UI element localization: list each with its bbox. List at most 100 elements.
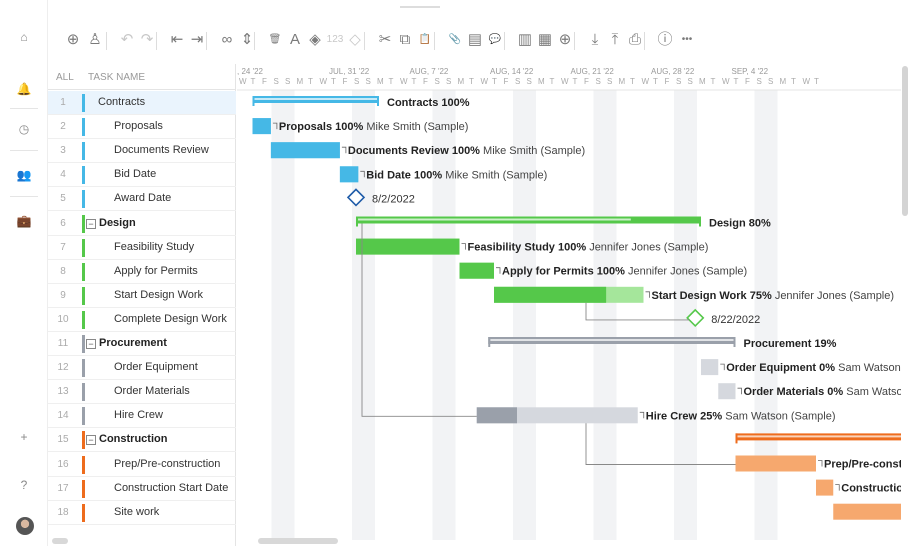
home-icon[interactable]: ⌂ <box>0 30 48 44</box>
columns-icon[interactable]: ▥ <box>514 22 536 58</box>
attach-icon[interactable]: 📎 <box>444 22 466 58</box>
comment-icon[interactable]: 💬 <box>484 22 506 58</box>
task-row[interactable]: 11 − Procurement <box>48 332 236 356</box>
task-row[interactable]: 14 Hire Crew <box>48 404 236 429</box>
task-row[interactable]: 8 Apply for Permits <box>48 260 236 284</box>
indent-icon[interactable]: ⇥ <box>186 22 208 58</box>
task-name[interactable]: Start Design Work <box>114 289 203 301</box>
task-row[interactable]: 18 Site work <box>48 501 236 525</box>
task-bar[interactable] <box>701 359 719 376</box>
dependency-link <box>818 460 823 467</box>
milestone-icon[interactable]: ◇ <box>344 22 366 58</box>
export-icon[interactable]: ⤒ <box>604 22 626 58</box>
task-name[interactable]: Site work <box>114 506 159 518</box>
task-row[interactable]: 2 Proposals <box>48 115 236 140</box>
day-label: S <box>366 77 371 86</box>
avatar[interactable] <box>16 517 34 535</box>
column-task-name-header[interactable]: TASK NAME <box>88 72 145 83</box>
number-icon[interactable]: 123 <box>324 22 346 58</box>
briefcase-icon[interactable]: 💼 <box>0 214 48 228</box>
day-label: S <box>527 77 532 86</box>
collapse-toggle-icon[interactable]: − <box>86 339 96 349</box>
text-color-icon[interactable]: A <box>284 22 306 58</box>
collapse-toggle-icon[interactable]: − <box>86 435 96 446</box>
task-row[interactable]: 10 Complete Design Work <box>48 308 236 332</box>
link-icon[interactable]: ∞ <box>216 22 238 58</box>
row-number: 14 <box>57 410 69 422</box>
info-icon[interactable]: ⓘ <box>654 22 676 58</box>
task-row[interactable]: 5 Award Date <box>48 187 236 212</box>
copy-icon[interactable]: ⧉ <box>394 22 416 58</box>
task-name[interactable]: Order Equipment <box>114 361 198 373</box>
add-icon[interactable]: + <box>0 430 48 444</box>
task-row[interactable]: 6 − Design <box>48 212 236 236</box>
milestone-date: 8/2/2022 <box>372 193 415 205</box>
task-name[interactable]: Complete Design Work <box>114 313 227 325</box>
undo-icon[interactable]: ↶ <box>116 22 138 58</box>
table-icon[interactable]: ▦ <box>534 22 556 58</box>
task-name[interactable]: Procurement <box>99 337 167 349</box>
task-row[interactable]: 12 Order Equipment <box>48 356 236 381</box>
day-label: S <box>285 77 290 86</box>
day-label: T <box>492 77 497 86</box>
task-row[interactable]: 9 Start Design Work <box>48 284 236 308</box>
more-icon[interactable]: ••• <box>676 22 698 58</box>
summary-progress <box>254 98 377 100</box>
print-icon[interactable]: ⎙ <box>624 22 646 58</box>
assignee: Sam Watson (Sample) <box>846 386 901 398</box>
task-name[interactable]: Feasibility Study <box>114 241 194 253</box>
task-row[interactable]: 4 Bid Date <box>48 163 236 188</box>
add-task-icon[interactable]: ⊕ <box>62 22 84 58</box>
task-name[interactable]: Award Date <box>114 192 171 204</box>
vertical-scrollbar[interactable] <box>901 64 909 540</box>
gantt-horizontal-scrollbar[interactable] <box>258 538 338 544</box>
task-bar[interactable] <box>718 383 736 400</box>
row-color-bar <box>82 166 85 185</box>
team-icon[interactable]: 👥 <box>0 168 48 182</box>
task-row[interactable]: 15 − Construction <box>48 428 236 453</box>
task-bar[interactable] <box>816 479 834 496</box>
import-icon[interactable]: ⤓ <box>584 22 606 58</box>
progress-percent: 75% <box>750 290 772 302</box>
task-row[interactable]: 13 Order Materials <box>48 380 236 405</box>
task-row[interactable]: 17 Construction Start Date <box>48 477 236 501</box>
task-name[interactable]: Prep/Pre-construction <box>114 458 220 470</box>
notifications-icon[interactable]: 🔔 <box>0 82 48 96</box>
row-color-bar <box>82 142 85 161</box>
task-name[interactable]: Proposals <box>114 120 163 132</box>
delete-icon[interactable]: 🗑 <box>264 22 286 58</box>
task-row[interactable]: 3 Documents Review <box>48 139 236 164</box>
redo-icon[interactable]: ↷ <box>136 22 158 58</box>
fill-color-icon[interactable]: ◈ <box>304 22 326 58</box>
task-name[interactable]: Construction <box>99 433 167 445</box>
task-row[interactable]: 1 Contracts <box>48 91 236 115</box>
task-bar[interactable] <box>735 455 817 472</box>
bar-label: Prep/Pre-construction 0% <box>824 459 901 471</box>
task-row[interactable]: 16 Prep/Pre-construction <box>48 453 236 477</box>
task-name[interactable]: Order Materials <box>114 385 190 397</box>
assign-user-icon[interactable]: ♙ <box>84 22 106 58</box>
collapse-toggle-icon[interactable]: − <box>86 218 96 229</box>
task-name[interactable]: Hire Crew <box>114 409 163 421</box>
notes-icon[interactable]: ▤ <box>464 22 486 58</box>
task-row[interactable]: 7 Feasibility Study <box>48 236 236 260</box>
paste-icon[interactable]: 📋 <box>414 22 436 58</box>
help-icon[interactable]: ? <box>0 478 48 492</box>
column-all-header[interactable]: ALL <box>56 72 74 83</box>
summary-cap <box>488 337 491 347</box>
bar-label: Feasibility Study 100% Jennifer Jones (S… <box>468 242 709 254</box>
row-number: 9 <box>60 289 66 301</box>
task-name[interactable]: Design <box>99 217 136 229</box>
task-name[interactable]: Apply for Permits <box>114 265 198 277</box>
zoom-icon[interactable]: ⊕ <box>554 22 576 58</box>
outdent-icon[interactable]: ⇤ <box>166 22 188 58</box>
task-name[interactable]: Bid Date <box>114 168 156 180</box>
task-name[interactable]: Contracts <box>98 96 145 108</box>
grid-horizontal-scrollbar[interactable] <box>48 538 236 544</box>
task-bar[interactable] <box>833 503 901 520</box>
clock-icon[interactable]: ◷ <box>0 122 48 136</box>
task-name[interactable]: Documents Review <box>114 144 209 156</box>
task-name[interactable]: Construction Start Date <box>114 482 228 494</box>
day-label: S <box>354 77 359 86</box>
cut-icon[interactable]: ✂ <box>374 22 396 58</box>
